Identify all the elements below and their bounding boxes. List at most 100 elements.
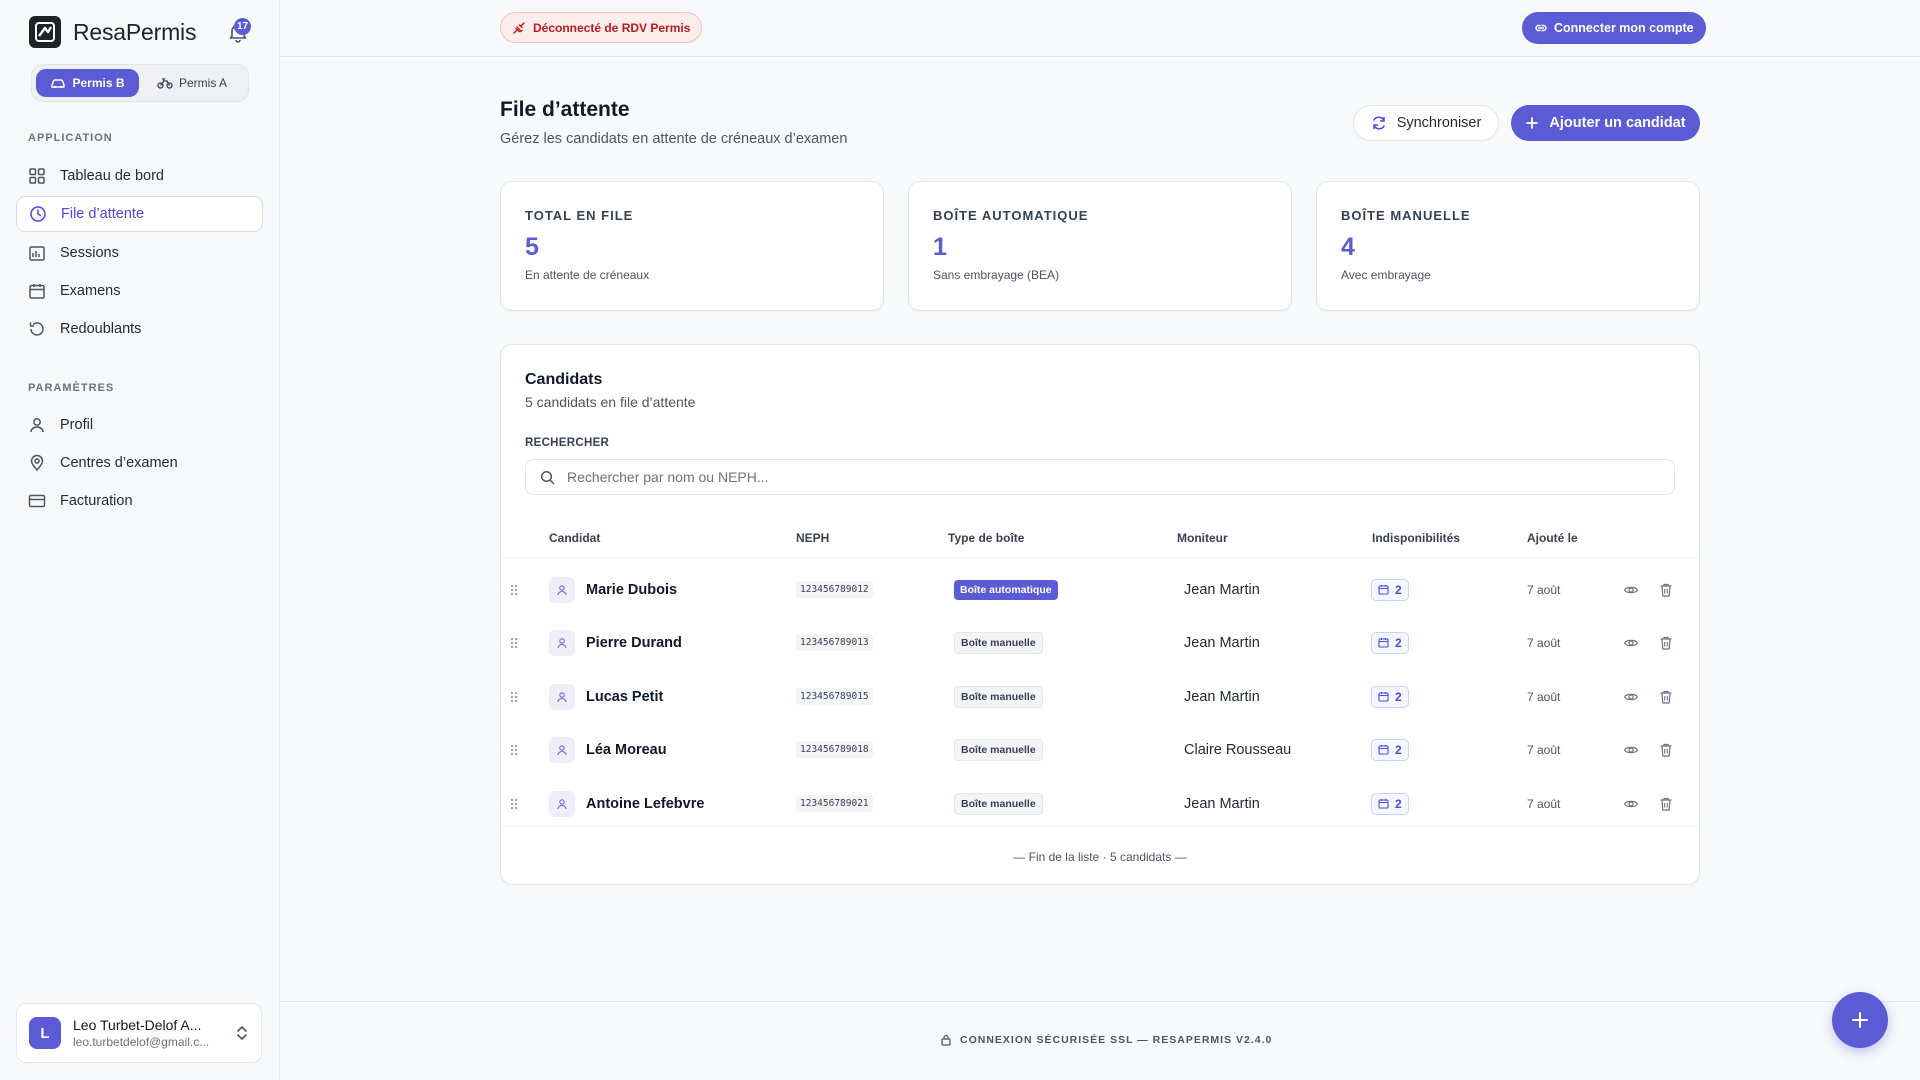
delete-trash-icon[interactable]: [1659, 563, 1673, 616]
view-eye-icon[interactable]: [1623, 616, 1639, 669]
drag-handle-icon[interactable]: [509, 723, 525, 776]
brand-logo-icon: [29, 16, 61, 48]
sidebar-item-label: Facturation: [60, 493, 133, 509]
topbar: Déconnecté de RDV Permis Connecter mon c…: [280, 0, 1920, 57]
instructor-name: Jean Martin: [1184, 688, 1260, 705]
view-eye-icon[interactable]: [1623, 563, 1639, 616]
table-row[interactable]: Léa Moreau 123456789018 Boîte manuelle Clai…: [501, 723, 1699, 776]
permit-b-label: Permis B: [72, 76, 125, 90]
unavailabilities-count: 2: [1395, 635, 1402, 650]
permit-b-toggle[interactable]: Permis B: [36, 69, 139, 97]
column-header-candidate[interactable]: Candidat: [549, 531, 600, 545]
delete-trash-icon[interactable]: [1659, 670, 1673, 723]
neph-value: 123456789012: [796, 581, 873, 598]
sidebar-item-profile[interactable]: Profil: [16, 407, 263, 443]
gearbox-cell: Boîte manuelle: [954, 670, 1043, 723]
candidates-subtitle: 5 candidats en file d’attente: [525, 394, 696, 410]
candidate-name[interactable]: Marie Dubois: [586, 563, 677, 616]
table-row[interactable]: Marie Dubois 123456789012 Boîte automatiqu…: [501, 563, 1699, 616]
sidebar-item-exams[interactable]: Examens: [16, 273, 263, 309]
unavailabilities-button[interactable]: 2: [1371, 685, 1409, 708]
neph-value: 123456789015: [796, 688, 873, 705]
avatar: L: [29, 1017, 61, 1049]
unavailabilities-count: 2: [1395, 689, 1402, 704]
nav-section-settings: PARAMÈTRES: [28, 382, 115, 394]
neph-cell: 123456789012: [796, 563, 873, 616]
candidate-name[interactable]: Antoine Lefebvre: [586, 777, 704, 830]
sidebar-item-repeaters[interactable]: Redoublants: [16, 311, 263, 347]
gearbox-badge: Boîte automatique: [954, 579, 1058, 600]
added-date: 7 août: [1527, 796, 1561, 811]
stat-value: 1: [933, 233, 947, 261]
add-candidate-button[interactable]: Ajouter un candidat: [1511, 105, 1700, 141]
stat-description: Avec embrayage: [1341, 268, 1431, 282]
sidebar-item-queue[interactable]: File d’attente: [16, 196, 263, 232]
view-eye-icon[interactable]: [1623, 777, 1639, 830]
connection-status-badge: Déconnecté de RDV Permis: [500, 12, 703, 43]
calendar-icon: [1378, 638, 1389, 648]
table-row[interactable]: Antoine Lefebvre 123456789021 Boîte manuel…: [501, 777, 1699, 830]
sync-button[interactable]: Synchroniser: [1353, 105, 1499, 141]
sidebar-item-exam-centers[interactable]: Centres d’examen: [16, 445, 263, 481]
search-input[interactable]: [567, 469, 1674, 485]
user-name: Leo Turbet-Delof A...: [73, 1017, 202, 1033]
calendar-icon: [1378, 585, 1389, 595]
column-header-neph[interactable]: NEPH: [796, 531, 829, 545]
sidebar-item-billing[interactable]: Facturation: [16, 483, 263, 519]
unavailabilities-button[interactable]: 2: [1371, 792, 1409, 815]
delete-trash-icon[interactable]: [1659, 777, 1673, 830]
candidate-name[interactable]: Léa Moreau: [586, 723, 667, 776]
rotate-ccw-icon: [29, 322, 44, 336]
page-subtitle: Gérez les candidats en attente de crénea…: [500, 131, 848, 147]
drag-handle-icon[interactable]: [509, 777, 525, 830]
column-header-gearbox[interactable]: Type de boîte: [948, 531, 1024, 545]
stat-label: BOÎTE AUTOMATIQUE: [933, 208, 1089, 223]
column-header-added[interactable]: Ajouté le: [1527, 531, 1578, 545]
sidebar-item-dashboard[interactable]: Tableau de bord: [16, 158, 263, 194]
user-icon: [549, 683, 575, 710]
view-eye-icon[interactable]: [1623, 723, 1639, 776]
unavailabilities-button[interactable]: 2: [1371, 631, 1409, 654]
user-email: leo.turbetdelof@gmail.c...: [73, 1035, 210, 1049]
drag-handle-icon[interactable]: [509, 563, 525, 616]
drag-handle-icon[interactable]: [509, 616, 525, 669]
connect-account-button[interactable]: Connecter mon compte: [1522, 12, 1706, 44]
unavailabilities-button[interactable]: 2: [1371, 578, 1409, 601]
table-row[interactable]: Pierre Durand 123456789013 Boîte manuelle J…: [501, 616, 1699, 669]
gearbox-cell: Boîte manuelle: [954, 777, 1043, 830]
delete-trash-icon[interactable]: [1659, 616, 1673, 669]
gearbox-badge: Boîte manuelle: [954, 792, 1043, 815]
drag-handle-icon[interactable]: [509, 670, 525, 723]
brand-name: ResaPermis: [73, 18, 197, 45]
brand[interactable]: ResaPermis: [29, 16, 196, 48]
search-box: [525, 459, 1675, 495]
user-icon: [30, 418, 44, 433]
stat-card-automatic: BOÎTE AUTOMATIQUE 1 Sans embrayage (BEA): [908, 181, 1292, 311]
calendar-icon: [29, 284, 45, 299]
footer-note: CONNEXION SÉCURISÉE SSL — RESAPERMIS V2.…: [940, 1034, 1272, 1046]
sidebar-item-sessions[interactable]: Sessions: [16, 235, 263, 271]
candidate-name[interactable]: Lucas Petit: [586, 670, 663, 723]
instructor-name: Jean Martin: [1184, 634, 1260, 651]
candidates-card: Candidats 5 candidats en file d’attente …: [500, 344, 1700, 885]
motorcycle-icon: [157, 78, 173, 89]
candidate-name[interactable]: Pierre Durand: [586, 616, 682, 669]
page-title: File d’attente: [500, 98, 630, 121]
neph-value: 123456789018: [796, 741, 873, 758]
permit-a-toggle[interactable]: Permis A: [145, 69, 239, 97]
unavailabilities-button[interactable]: 2: [1371, 738, 1409, 761]
stat-card-manual: BOÎTE MANUELLE 4 Avec embrayage: [1316, 181, 1700, 311]
table-row[interactable]: Lucas Petit 123456789015 Boîte manuelle Jea…: [501, 670, 1699, 723]
column-header-instructor[interactable]: Moniteur: [1177, 531, 1228, 545]
clock-icon: [30, 206, 46, 222]
connection-status-label: Déconnecté de RDV Permis: [533, 20, 691, 35]
delete-trash-icon[interactable]: [1659, 723, 1673, 776]
candidate-avatar: [549, 616, 575, 669]
user-menu[interactable]: L Leo Turbet-Delof A... leo.turbetdelof@…: [16, 1003, 262, 1063]
search-icon: [540, 470, 555, 484]
gearbox-badge: Boîte manuelle: [954, 631, 1043, 654]
view-eye-icon[interactable]: [1623, 670, 1639, 723]
candidates-title: Candidats: [525, 371, 603, 388]
column-header-unavailabilities[interactable]: Indisponibilités: [1372, 531, 1460, 545]
floating-add-button[interactable]: [1832, 992, 1888, 1048]
